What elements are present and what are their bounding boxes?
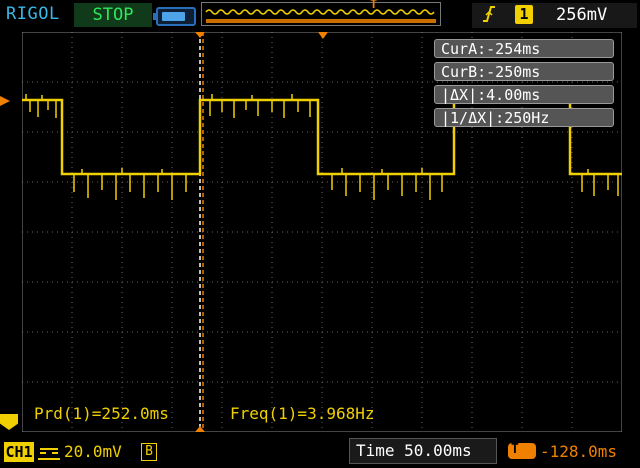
cursor-a-readout: CurA:-254ms xyxy=(434,39,614,58)
memory-waveform-preview xyxy=(205,9,436,23)
channel-ground-icon[interactable] xyxy=(0,414,18,430)
period-measurement: Prd(1)=252.0ms xyxy=(34,404,169,423)
trigger-level: 256mV xyxy=(556,5,608,25)
trigger-position-icon xyxy=(508,442,536,459)
trigger-source-badge: 1 xyxy=(515,5,533,24)
channel-1-vertical-scale[interactable]: 20.0mV xyxy=(64,442,122,461)
dc-coupling-icon xyxy=(38,445,60,460)
trigger-position-value[interactable]: -128.0ms xyxy=(540,442,617,461)
trigger-level-marker xyxy=(0,96,10,106)
battery-icon xyxy=(153,7,196,26)
trigger-info-panel[interactable] xyxy=(472,3,637,28)
top-status-bar: RIGOL STOP T 1 256mV xyxy=(0,0,640,32)
rising-edge-icon xyxy=(482,5,496,27)
cursor-inverse-delta-x-readout: |1/ΔX|:250Hz xyxy=(434,108,614,127)
brand-logo: RIGOL xyxy=(6,4,60,24)
timebase-display[interactable]: Time 50.00ms xyxy=(349,438,497,464)
cursor-b-readout: CurB:-250ms xyxy=(434,62,614,81)
memory-overview-strip[interactable]: T xyxy=(201,0,441,26)
frequency-measurement: Freq(1)=3.968Hz xyxy=(230,404,375,423)
memory-trigger-marker: T xyxy=(370,0,378,11)
channel-1-label[interactable]: CH1 xyxy=(4,442,34,462)
run-stop-status[interactable]: STOP xyxy=(74,3,152,27)
cursor-delta-x-readout: |ΔX|:4.00ms xyxy=(434,85,614,104)
bandwidth-limit-badge: B xyxy=(141,443,157,461)
cursor-readout-panel: CurA:-254ms CurB:-250ms |ΔX|:4.00ms |1/Δ… xyxy=(434,39,614,131)
trigger-position-marker xyxy=(318,32,328,39)
